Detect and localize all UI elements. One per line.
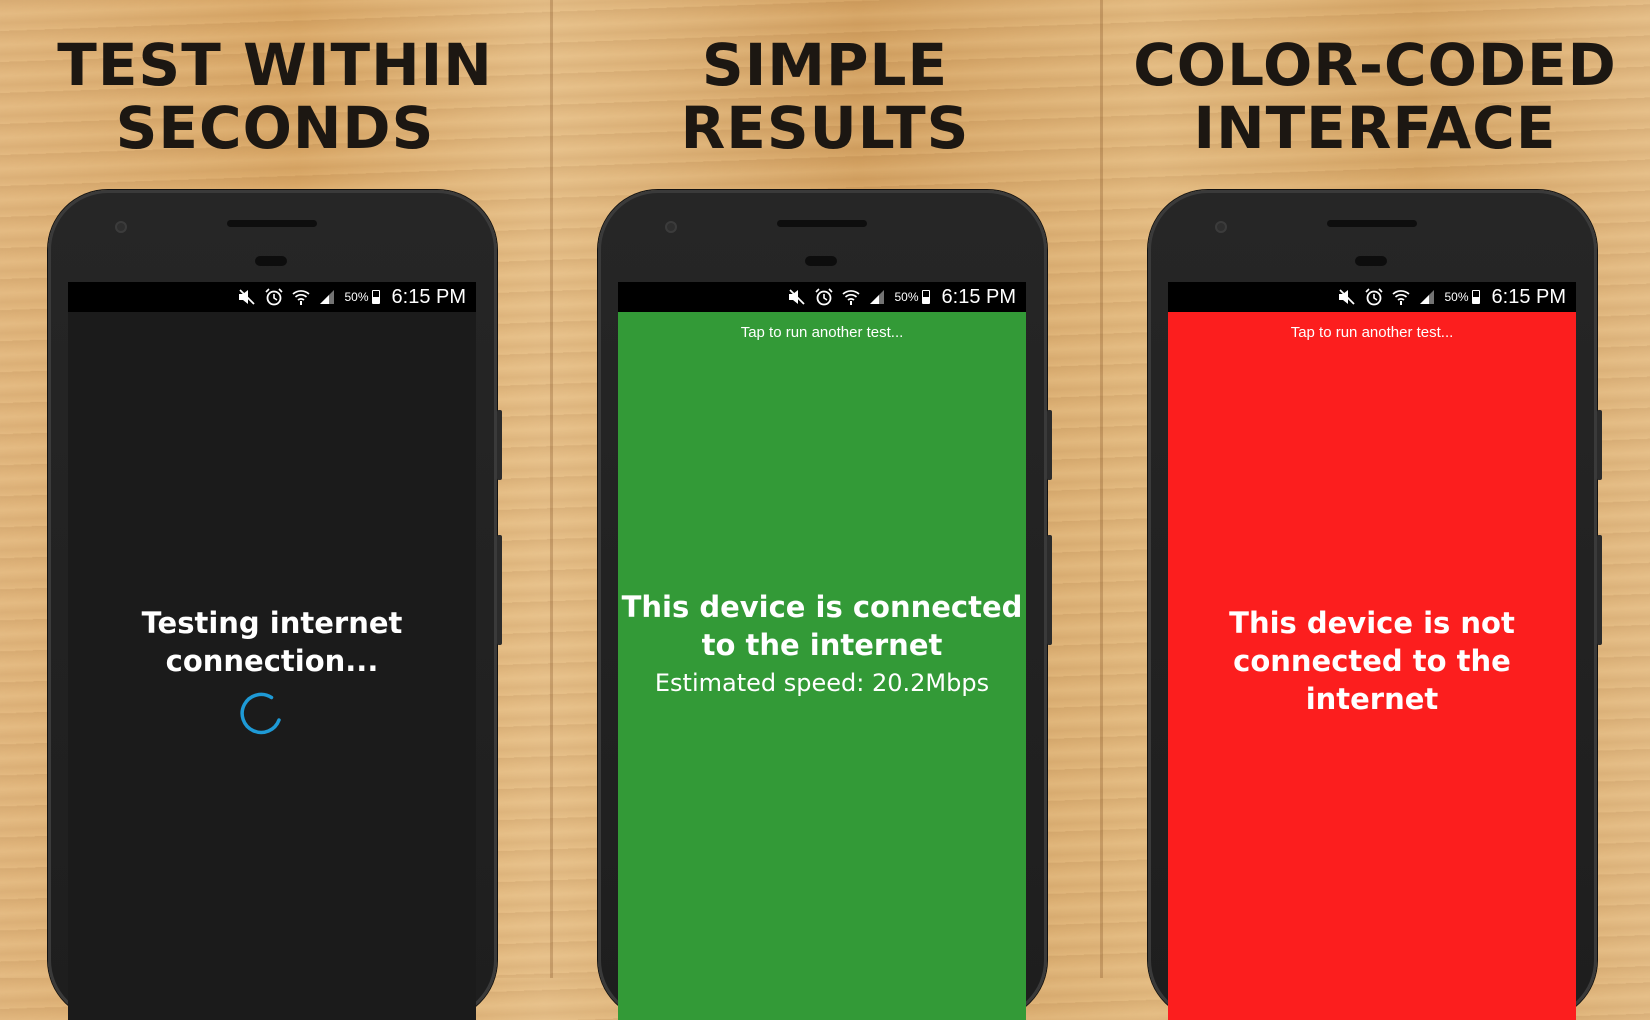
phone-screen[interactable]: 50% 6:15 PM Tap to run another test... T… xyxy=(618,282,1026,1020)
screen-content[interactable]: Tap to run another test... This device i… xyxy=(1168,312,1576,1020)
battery-icon xyxy=(371,290,380,304)
title-line-1: SIMPLE xyxy=(701,31,949,99)
tap-to-retest-hint[interactable]: Tap to run another test... xyxy=(618,324,1026,341)
mute-icon xyxy=(1339,289,1356,305)
screen-content[interactable]: Testing internet connection... xyxy=(68,312,476,1020)
front-camera xyxy=(665,221,677,233)
screen-content[interactable]: Tap to run another test... This device i… xyxy=(618,312,1026,1020)
front-camera xyxy=(115,221,127,233)
panel-title: COLOR-CODED INTERFACE xyxy=(1100,34,1650,160)
battery-icon xyxy=(1471,290,1480,304)
battery-percent: 50% xyxy=(894,290,919,304)
message-line-2: connection... xyxy=(165,644,379,678)
proximity-sensor xyxy=(805,256,837,266)
status-bar: 50% 6:15 PM xyxy=(618,282,1026,312)
battery-percent: 50% xyxy=(344,290,369,304)
status-clock: 6:15 PM xyxy=(391,285,466,308)
alarm-icon xyxy=(815,288,834,306)
estimated-speed: Estimated speed: 20.2Mbps xyxy=(654,669,990,697)
title-line-1: TEST WITHIN xyxy=(57,31,493,99)
panel-title: TEST WITHIN SECONDS xyxy=(0,34,550,160)
earpiece-speaker xyxy=(777,220,867,227)
power-button xyxy=(1597,410,1602,480)
volume-button xyxy=(497,535,502,645)
message-line-2: connected to the internet xyxy=(1233,644,1511,716)
power-button xyxy=(1047,410,1052,480)
proximity-sensor xyxy=(1355,256,1387,266)
phone-frame: 50% 6:15 PM Testing internet connection.… xyxy=(48,190,502,1020)
power-button xyxy=(497,410,502,480)
phone-screen[interactable]: 50% 6:15 PM Tap to run another test... T… xyxy=(1168,282,1576,1020)
mute-icon xyxy=(239,289,256,305)
loading-spinner-icon xyxy=(240,692,281,735)
status-bar: 50% 6:15 PM xyxy=(1168,282,1576,312)
title-line-2: RESULTS xyxy=(680,94,970,162)
message-line-1: This device is connected xyxy=(621,590,1023,624)
panel-disconnected: COLOR-CODED INTERFACE 50% 6:15 PM Tap to… xyxy=(1100,0,1650,1020)
phone-frame: 50% 6:15 PM Tap to run another test... T… xyxy=(1148,190,1602,1020)
phone-frame: 50% 6:15 PM Tap to run another test... T… xyxy=(598,190,1052,1020)
mute-icon xyxy=(789,289,806,305)
status-clock: 6:15 PM xyxy=(1491,285,1566,308)
title-line-1: COLOR-CODED xyxy=(1133,31,1617,99)
signal-icon xyxy=(870,290,885,304)
front-camera xyxy=(1215,221,1227,233)
tap-to-retest-hint[interactable]: Tap to run another test... xyxy=(1168,324,1576,341)
wifi-icon xyxy=(1392,290,1411,305)
panel-title: SIMPLE RESULTS xyxy=(550,34,1100,160)
signal-icon xyxy=(1420,290,1435,304)
status-message: This device is connected to the internet xyxy=(618,588,1026,664)
earpiece-speaker xyxy=(1327,220,1417,227)
status-clock: 6:15 PM xyxy=(941,285,1016,308)
title-line-2: INTERFACE xyxy=(1193,94,1557,162)
alarm-icon xyxy=(1365,288,1384,306)
message-line-1: This device is not xyxy=(1229,606,1515,640)
wifi-icon xyxy=(842,290,861,305)
wifi-icon xyxy=(292,290,311,305)
volume-button xyxy=(1597,535,1602,645)
status-bar: 50% 6:15 PM xyxy=(68,282,476,312)
alarm-icon xyxy=(265,288,284,306)
proximity-sensor xyxy=(255,256,287,266)
signal-icon xyxy=(320,290,335,304)
battery-icon xyxy=(921,290,930,304)
battery-percent: 50% xyxy=(1444,290,1469,304)
earpiece-speaker xyxy=(227,220,317,227)
title-line-2: SECONDS xyxy=(115,94,435,162)
phone-screen[interactable]: 50% 6:15 PM Testing internet connection.… xyxy=(68,282,476,1020)
volume-button xyxy=(1047,535,1052,645)
status-message: Testing internet connection... xyxy=(68,604,476,680)
message-line-2: to the internet xyxy=(701,628,943,662)
panel-connected: SIMPLE RESULTS 50% 6:15 PM Tap to run an… xyxy=(550,0,1100,1020)
message-line-1: Testing internet xyxy=(141,606,403,640)
status-message: This device is not connected to the inte… xyxy=(1168,604,1576,718)
panel-testing: TEST WITHIN SECONDS 50% 6:15 PM Testing … xyxy=(0,0,550,1020)
